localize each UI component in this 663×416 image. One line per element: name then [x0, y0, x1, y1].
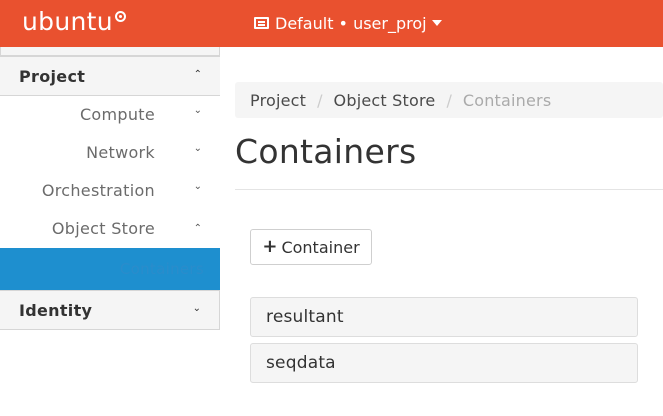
breadcrumb-separator: / — [446, 90, 452, 110]
sidebar-item-label: Containers — [119, 260, 204, 278]
add-container-label: Container — [281, 237, 360, 257]
container-item-seqdata[interactable]: seqdata — [250, 343, 638, 383]
sidebar-top-stub — [0, 47, 220, 56]
sidebar-item-compute[interactable]: Compute ⌄ — [0, 95, 220, 133]
plus-icon: + — [262, 236, 278, 257]
sidebar-item-label: Network — [86, 142, 155, 162]
sidebar-item-label: Orchestration — [41, 180, 155, 200]
sidebar-section-label: Identity — [19, 300, 93, 320]
container-name: resultant — [266, 307, 344, 327]
brand-name: ubuntu — [22, 7, 113, 36]
container-name: seqdata — [266, 353, 336, 373]
breadcrumb-containers: Containers — [462, 90, 552, 110]
sidebar: Project ⌃ Compute ⌄ Network ⌄ Orchestrat… — [0, 47, 221, 416]
project-selector[interactable]: Default • user_proj — [254, 12, 442, 34]
sidebar-item-label: Object Store — [51, 218, 155, 238]
chevron-down-icon: ⌄ — [193, 181, 202, 192]
chevron-down-icon: ⌄ — [193, 143, 202, 154]
breadcrumb-project[interactable]: Project — [250, 91, 306, 110]
list-icon — [254, 17, 269, 29]
page-title: Containers — [235, 132, 417, 171]
breadcrumb-separator: / — [317, 90, 323, 110]
sidebar-item-object-store[interactable]: Object Store ⌃ — [0, 209, 220, 247]
top-navbar: ubuntu Default • user_proj — [0, 0, 663, 47]
sidebar-section-identity[interactable]: Identity ⌄ — [0, 290, 220, 330]
chevron-down-icon: ⌄ — [193, 105, 202, 116]
sidebar-section-label: Project — [19, 66, 86, 86]
circle-of-friends-icon — [114, 11, 126, 22]
chevron-up-icon: ⌃ — [193, 223, 202, 234]
container-item-resultant[interactable]: resultant — [250, 297, 638, 337]
chevron-up-icon: ⌃ — [193, 69, 202, 80]
sidebar-item-network[interactable]: Network ⌄ — [0, 133, 220, 171]
chevron-down-icon: ⌄ — [192, 303, 201, 314]
title-divider — [235, 189, 663, 190]
ubuntu-logo[interactable]: ubuntu — [22, 5, 126, 41]
sidebar-section-project[interactable]: Project ⌃ — [0, 56, 220, 96]
sidebar-item-orchestration[interactable]: Orchestration ⌄ — [0, 171, 220, 209]
breadcrumb: Project / Object Store / Containers — [235, 82, 663, 118]
caret-down-icon — [431, 20, 442, 26]
sidebar-item-containers[interactable]: Containers — [0, 248, 220, 290]
add-container-button[interactable]: + Container — [250, 229, 372, 265]
project-selector-label: Default • user_proj — [275, 13, 427, 33]
breadcrumb-object-store[interactable]: Object Store — [334, 91, 436, 110]
sidebar-item-label: Compute — [79, 104, 155, 124]
